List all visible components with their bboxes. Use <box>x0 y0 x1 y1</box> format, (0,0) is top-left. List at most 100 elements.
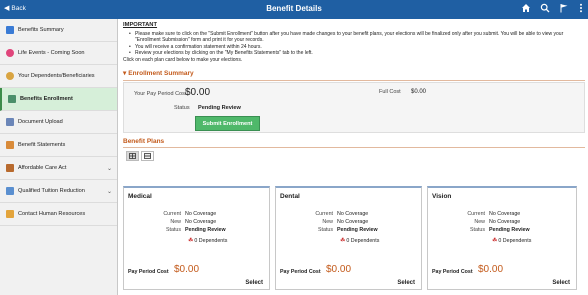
search-icon[interactable] <box>540 3 550 17</box>
sidebar-item-affordable-care-act[interactable]: Affordable Care Act ⌄ <box>0 157 117 180</box>
sidebar-item-label: Benefits Summary <box>18 27 64 33</box>
status-label: Status <box>317 227 333 233</box>
grid-view-icon[interactable] <box>126 151 139 162</box>
pay-period-cost-value: $0.00 <box>478 264 504 275</box>
sidebar: Benefits Summary Life Events - Coming So… <box>0 19 118 295</box>
important-bullet: Review your elections by clicking on the… <box>129 50 585 57</box>
dependents-link[interactable]: ☘ 0 Dependents <box>340 237 379 245</box>
sidebar-item-label: Contact Human Resources <box>18 211 86 217</box>
pay-period-cost-value: $0.00 <box>185 87 211 99</box>
dependents-icon <box>6 72 14 80</box>
new-value: No Coverage <box>185 219 217 225</box>
pay-period-cost-value: $0.00 <box>326 264 352 275</box>
collapse-icon: ▾ <box>123 70 127 78</box>
back-label: Back <box>11 4 26 12</box>
sidebar-item-label: Your Dependents/Beneficiaries <box>18 73 95 79</box>
status-value: Pending Review <box>489 227 530 233</box>
enrollment-summary-header[interactable]: ▾ Enrollment Summary <box>123 69 585 78</box>
pay-period-cost-label: Your Pay Period Cost <box>134 91 187 98</box>
view-toggle-bar <box>123 147 585 162</box>
dependents-link[interactable]: ☘ 0 Dependents <box>188 237 227 245</box>
status-label: Status <box>469 227 485 233</box>
sidebar-item-benefit-statements[interactable]: Benefit Statements <box>0 134 117 157</box>
pay-period-cost-label: Pay Period Cost <box>128 269 169 275</box>
main-content: IMPORTANT Please make sure to click on t… <box>123 22 585 162</box>
top-bar: ◀ Back Benefit Details <box>0 0 588 19</box>
sidebar-item-benefits-enrollment[interactable]: Benefits Enrollment <box>0 88 117 111</box>
plan-card-dental[interactable]: Dental Current No Coverage New No Coverage… <box>275 186 422 290</box>
full-cost-value: $0.00 <box>411 89 427 96</box>
sidebar-item-label: Qualified Tuition Reduction <box>18 188 85 194</box>
list-view-icon[interactable] <box>141 151 154 162</box>
pay-period-cost-label: Pay Period Cost <box>432 269 473 275</box>
contact-icon <box>6 210 14 218</box>
benefit-plans-header: Benefit Plans <box>123 138 165 146</box>
sidebar-item-label: Benefits Enrollment <box>20 96 73 102</box>
sidebar-item-benefits-summary[interactable]: Benefits Summary <box>0 19 117 42</box>
sidebar-item-label: Affordable Care Act <box>18 165 67 171</box>
upload-icon <box>6 118 14 126</box>
new-label: New <box>170 219 181 225</box>
important-bullet: Please make sure to click on the "Submit… <box>129 31 585 44</box>
current-label: Current <box>163 211 181 217</box>
summary-icon <box>6 26 14 34</box>
current-value: No Coverage <box>337 211 369 217</box>
chevron-down-icon: ⌄ <box>106 165 112 172</box>
plan-title: Vision <box>432 193 452 200</box>
sidebar-item-qualified-tuition-reduction[interactable]: Qualified Tuition Reduction ⌄ <box>0 180 117 203</box>
instruction-text: Click on each plan card below to make yo… <box>123 57 243 64</box>
more-icon[interactable] <box>578 3 584 17</box>
status-label: Status <box>165 227 181 233</box>
new-value: No Coverage <box>337 219 369 225</box>
divider <box>123 80 585 82</box>
new-value: No Coverage <box>489 219 521 225</box>
dependents-icon: ☘ <box>340 238 346 244</box>
aca-icon <box>6 164 14 172</box>
plan-card-medical[interactable]: Medical Current No Coverage New No Coverag… <box>123 186 270 290</box>
dependents-link[interactable]: ☘ 0 Dependents <box>492 237 531 245</box>
status-label: Status <box>174 105 190 112</box>
full-cost-label: Full Cost <box>379 89 401 96</box>
home-icon[interactable] <box>521 3 531 17</box>
select-button[interactable]: Select <box>397 280 415 286</box>
current-value: No Coverage <box>185 211 217 217</box>
enrollment-summary-panel: Your Pay Period Cost $0.00 Full Cost $0.… <box>123 82 585 134</box>
submit-enrollment-button[interactable]: Submit Enrollment <box>195 116 260 132</box>
dependents-icon: ☘ <box>492 238 498 244</box>
plan-card-vision[interactable]: Vision Current No Coverage New No Coverage… <box>427 186 577 290</box>
current-label: Current <box>467 211 485 217</box>
flag-icon[interactable] <box>559 3 569 17</box>
page-title: Benefit Details <box>266 4 322 13</box>
current-label: Current <box>315 211 333 217</box>
sidebar-item-document-upload[interactable]: Document Upload <box>0 111 117 134</box>
back-arrow-icon: ◀ <box>4 5 10 12</box>
new-label: New <box>322 219 333 225</box>
chevron-down-icon: ⌄ <box>106 188 112 195</box>
plan-title: Medical <box>128 193 152 200</box>
plan-cards: Medical Current No Coverage New No Coverag… <box>123 186 585 290</box>
status-value: Pending Review <box>185 227 226 233</box>
dependents-icon: ☘ <box>188 238 194 244</box>
sidebar-item-dependents[interactable]: Your Dependents/Beneficiaries <box>0 65 117 88</box>
sidebar-item-label: Document Upload <box>18 119 63 125</box>
plan-title: Dental <box>280 193 300 200</box>
tuition-icon <box>6 187 14 195</box>
life-events-icon <box>6 49 14 57</box>
sidebar-item-life-events[interactable]: Life Events - Coming Soon <box>0 42 117 65</box>
sidebar-item-label: Life Events - Coming Soon <box>18 50 85 56</box>
sidebar-item-label: Benefit Statements <box>18 142 66 148</box>
pay-period-cost-value: $0.00 <box>174 264 200 275</box>
back-button[interactable]: ◀ Back <box>4 4 26 13</box>
pay-period-cost-label: Pay Period Cost <box>280 269 321 275</box>
statements-icon <box>6 141 14 149</box>
new-label: New <box>474 219 485 225</box>
select-button[interactable]: Select <box>552 280 570 286</box>
status-value: Pending Review <box>198 105 241 112</box>
important-title: IMPORTANT <box>123 22 158 28</box>
current-value: No Coverage <box>489 211 521 217</box>
select-button[interactable]: Select <box>245 280 263 286</box>
status-value: Pending Review <box>337 227 378 233</box>
enrollment-icon <box>8 95 16 103</box>
sidebar-item-contact-hr[interactable]: Contact Human Resources <box>0 203 117 226</box>
important-list: Please make sure to click on the "Submit… <box>123 31 585 56</box>
